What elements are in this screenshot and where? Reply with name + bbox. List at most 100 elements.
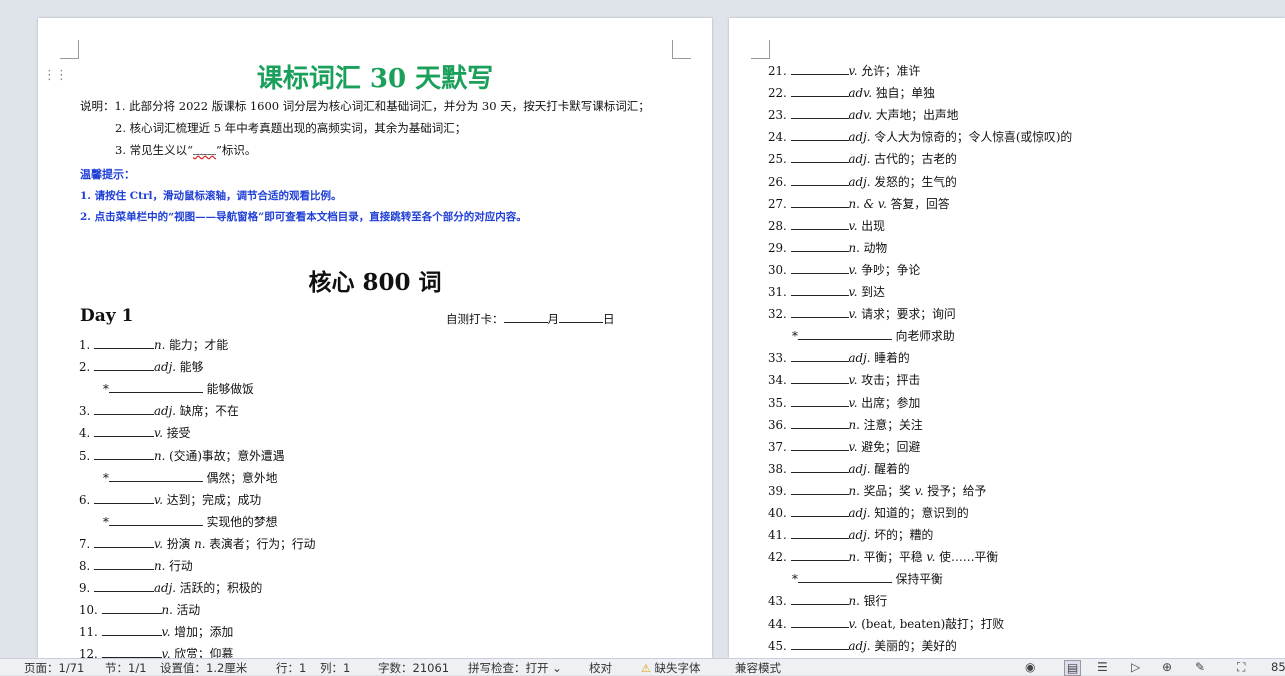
answer-blank[interactable] (790, 218, 849, 230)
part-of-speech: n. (161, 603, 173, 618)
answer-blank[interactable] (108, 470, 203, 482)
item-number: 1. (79, 338, 91, 352)
item-number: 44. (768, 616, 787, 631)
answer-blank[interactable] (790, 262, 849, 274)
answer-blank[interactable] (94, 403, 155, 416)
zoom-level[interactable]: 85 (1271, 660, 1285, 674)
definition: 接受 (166, 426, 191, 441)
item-number: 8. (79, 559, 91, 573)
answer-blank[interactable] (790, 638, 849, 650)
answer-blank[interactable] (101, 646, 162, 659)
definition: 活跃的；积极的 (179, 581, 263, 596)
answer-blank[interactable] (108, 381, 203, 394)
answer-blank[interactable] (94, 337, 155, 349)
answer-blank[interactable] (94, 492, 155, 504)
definition: 发怒的；生气的 (874, 174, 957, 189)
item-number: 22. (768, 86, 787, 101)
definition: (beat, beaten)敲打；打败 (861, 616, 1005, 631)
answer-blank[interactable] (790, 85, 849, 98)
part-of-speech: n. (154, 338, 166, 352)
answer-blank[interactable] (790, 151, 849, 164)
answer-blank[interactable] (101, 602, 162, 615)
answer-blank[interactable] (790, 616, 849, 628)
answer-blank[interactable] (790, 174, 849, 186)
answer-blank[interactable] (94, 580, 155, 593)
definition: 缺席；不在 (179, 404, 239, 419)
note-line-1: 说明：1. 此部分将 2022 版课标 1600 词分层为核心词汇和基础词汇，并… (80, 99, 650, 113)
answer-blank[interactable] (108, 514, 203, 526)
vocab-item: 37. v. 避免；回避 (768, 438, 920, 455)
definition: 攻击；抨击 (861, 373, 921, 388)
answer-blank[interactable] (790, 350, 849, 363)
vocab-item: 41. adj. 坏的；糟的 (768, 526, 933, 543)
answer-blank[interactable] (790, 461, 849, 473)
answer-blank[interactable] (790, 527, 849, 540)
answer-blank[interactable] (94, 536, 155, 548)
play-icon[interactable]: ▷ (1131, 660, 1140, 674)
vocab-item: 23. adv. 大声地；出声地 (768, 106, 958, 123)
answer-blank[interactable] (790, 417, 849, 429)
answer-blank[interactable] (790, 284, 849, 296)
item-number: 6. (79, 492, 91, 507)
definition: 令人大为惊奇的；令人惊喜(或惊叹)的 (874, 130, 1073, 145)
fit-screen-icon[interactable]: ⛶ (1237, 660, 1245, 675)
definition: 允许；准许 (861, 64, 921, 78)
vocab-item: 4. v. 接受 (79, 424, 190, 441)
answer-blank[interactable] (790, 306, 849, 319)
vocab-item: 33. adj. 睡着的 (768, 349, 910, 366)
part-of-speech: v. (848, 307, 858, 322)
part-of-speech: v. (848, 395, 858, 410)
definition: 银行 (863, 594, 888, 609)
answer-blank[interactable] (790, 372, 849, 385)
part-of-speech: v. (154, 426, 164, 441)
web-view-icon[interactable]: ⊕ (1162, 660, 1172, 674)
part-of-speech: adv. (848, 86, 873, 101)
eye-protection-icon[interactable]: ◉ (1025, 660, 1035, 674)
part-of-speech: v. (848, 285, 858, 299)
part-of-speech: v. (161, 625, 171, 640)
definition: 平衡；平稳 (863, 550, 923, 565)
answer-blank[interactable] (790, 593, 849, 606)
answer-blank[interactable] (790, 483, 849, 495)
part-of-speech: n. (154, 559, 166, 573)
answer-blank[interactable] (797, 571, 892, 584)
answer-blank[interactable] (94, 425, 155, 438)
vocab-item: 35. v. 出席；参加 (768, 394, 920, 411)
definition: 大声地；出声地 (875, 108, 959, 123)
answer-blank[interactable] (94, 558, 155, 570)
item-number: 24. (768, 130, 787, 145)
answer-blank[interactable] (790, 549, 849, 562)
part-of-speech: adj. (848, 506, 871, 520)
answer-blank[interactable] (790, 129, 849, 142)
answer-blank[interactable] (797, 328, 892, 341)
vocab-item: 39. n. 奖品；奖 v. 授予；给予 (768, 482, 986, 499)
answer-blank[interactable] (790, 395, 849, 407)
answer-blank[interactable] (94, 359, 155, 372)
answer-blank[interactable] (790, 439, 849, 451)
vocab-item: 24. adj. 令人大为惊奇的；令人惊喜(或惊叹)的 (768, 128, 1072, 145)
outline-view-icon[interactable]: ☰ (1097, 660, 1108, 674)
vocab-item: 9. adj. 活跃的；积极的 (79, 579, 262, 596)
vocab-item: 32. v. 请求；要求；询问 (768, 305, 956, 322)
part-of-speech: n. (154, 448, 166, 463)
answer-blank[interactable] (94, 448, 155, 460)
answer-blank[interactable] (101, 624, 162, 637)
answer-blank[interactable] (790, 240, 849, 252)
answer-blank[interactable] (790, 63, 849, 75)
answer-blank[interactable] (790, 505, 849, 517)
definition: 行动 (169, 559, 193, 573)
crop-mark (751, 40, 770, 59)
answer-blank[interactable] (790, 196, 849, 208)
item-number: 11. (79, 625, 98, 640)
vocab-sub-item: * 实现他的梦想 (103, 514, 278, 529)
vocab-item: 6. v. 达到；完成；成功 (79, 491, 261, 508)
part-of-speech: v. (848, 373, 858, 388)
definition: 知道的；意识到的 (874, 506, 969, 520)
part-of-speech: v. (848, 439, 858, 454)
day-heading: Day 1 (80, 306, 134, 326)
vocab-item: 2. adj. 能够 (79, 358, 203, 375)
item-number: 5. (79, 448, 91, 463)
status-bar: 页面：1/71 节：1/1 设置值：1.2厘米 行：1 列：1 字数：21061… (0, 658, 1285, 676)
answer-blank[interactable] (790, 107, 849, 120)
pen-icon[interactable]: ✎ (1195, 660, 1205, 674)
